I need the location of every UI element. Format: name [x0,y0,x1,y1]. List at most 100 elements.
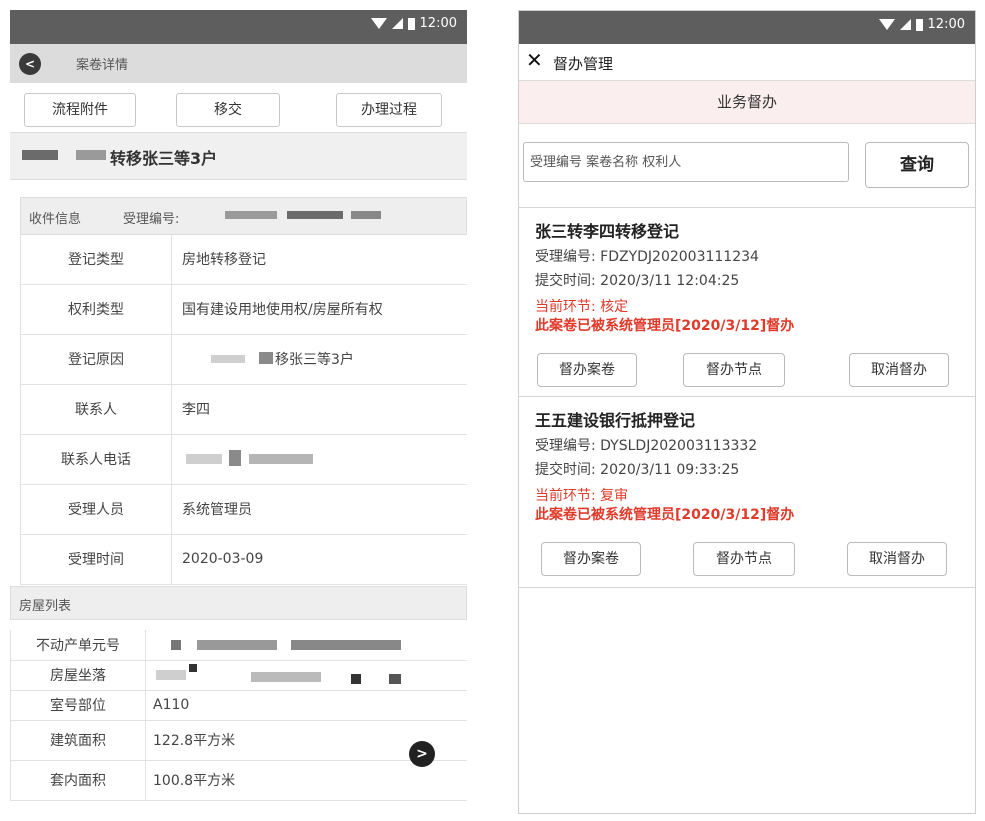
redacted-block [197,640,277,650]
redacted-block [76,150,106,160]
field-value: 移张三等3户 [275,352,354,368]
close-icon[interactable]: ✕ [526,48,543,72]
receipt-no-label: 受理编号: [123,212,180,227]
case-card-stage: 当前环节: 核定 [535,299,629,315]
house-row: 不动产单元号 [10,630,467,661]
field-label: 联系人电话 [21,434,172,484]
case-card-receipt-no: 受理编号: DYSLDJ202003113332 [535,438,758,454]
case-detail-screen: 12:00 < 案卷详情 流程附件 移交 办理过程 转移张三等3户 收件信息 受… [10,10,467,818]
field-label: 联系人 [21,384,172,434]
case-card-receipt-no: 受理编号: FDZYDJ202003111234 [535,249,759,265]
header: ✕ 督办管理 [519,44,975,81]
field-value: 国有建设用地使用权/房屋所有权 [182,302,383,318]
status-time: 12:00 [927,17,965,32]
supervise-case-button[interactable]: 督办案卷 [537,353,637,387]
receipt-section-label: 收件信息 [29,212,82,227]
field-label: 登记原因 [21,334,172,384]
house-field-label: 房屋坐落 [11,660,146,690]
redacted-block [186,454,222,464]
redacted-block [287,211,343,219]
house-field-value: 100.8平方米 [153,773,236,789]
section-subtitle: 业务督办 [519,81,975,124]
battery-icon [915,18,923,31]
supervise-case-button[interactable]: 督办案卷 [541,542,641,576]
tab-transfer[interactable]: 移交 [176,93,280,127]
field-row: 联系人电话 [20,434,467,485]
case-card: 王五建设银行抵押登记 受理编号: DYSLDJ202003113332 提交时间… [519,396,975,588]
field-row: 登记原因 移张三等3户 [20,334,467,385]
house-field-value: A110 [153,697,190,713]
battery-icon [407,17,415,30]
field-row: 受理时间 2020-03-09 [20,534,467,585]
wifi-icon [370,18,387,29]
redacted-block [189,664,197,672]
search-input[interactable]: 受理编号 案卷名称 权利人 [523,142,849,182]
nav-bar: < 案卷详情 [10,44,467,83]
supervision-screen: 12:00 ✕ 督办管理 业务督办 受理编号 案卷名称 权利人 查询 张三转李四… [518,10,976,814]
field-value: 李四 [182,402,210,418]
redacted-block [351,674,361,684]
field-label: 登记类型 [21,234,172,284]
tab-process[interactable]: 办理过程 [336,93,442,127]
house-section-label: 房屋列表 [19,599,72,614]
house-field-label: 套内面积 [11,760,146,800]
house-list-header: 房屋列表 [10,586,467,620]
case-title: 转移张三等3户 [110,149,218,168]
supervise-node-button[interactable]: 督办节点 [683,353,785,387]
house-row: 建筑面积 122.8平方米 [10,720,467,761]
case-card: 张三转李四转移登记 受理编号: FDZYDJ202003111234 提交时间:… [519,207,975,397]
tab-attachments[interactable]: 流程附件 [24,93,136,127]
redacted-block [291,640,401,650]
house-row: 套内面积 100.8平方米 [10,760,467,801]
case-card-submit-time: 提交时间: 2020/3/11 09:33:25 [535,462,740,478]
case-card-stage: 当前环节: 复审 [535,488,629,504]
case-card-notice: 此案卷已被系统管理员[2020/3/12]督办 [535,318,795,334]
redacted-block [351,211,381,219]
next-arrow-icon[interactable]: > [409,741,435,767]
house-field-value: 122.8平方米 [153,733,236,749]
redacted-block [229,450,241,466]
cancel-supervision-button[interactable]: 取消督办 [847,542,947,576]
query-button[interactable]: 查询 [865,142,969,188]
back-icon[interactable]: < [19,53,41,75]
case-card-submit-time: 提交时间: 2020/3/11 12:04:25 [535,273,740,289]
field-label: 受理时间 [21,534,172,584]
field-row: 受理人员 系统管理员 [20,484,467,535]
case-card-title: 王五建设银行抵押登记 [535,411,696,430]
house-field-label: 不动产单元号 [11,630,146,660]
status-bar: 12:00 [519,11,975,44]
supervise-node-button[interactable]: 督办节点 [693,542,795,576]
status-bar: 12:00 [10,10,467,44]
redacted-block [211,355,245,363]
redacted-block [389,674,401,684]
field-value: 房地转移登记 [182,252,266,268]
field-row: 权利类型 国有建设用地使用权/房屋所有权 [20,284,467,335]
cancel-supervision-button[interactable]: 取消督办 [849,353,949,387]
field-value: 2020-03-09 [182,551,264,567]
house-field-label: 建筑面积 [11,720,146,760]
page-title: 案卷详情 [76,58,129,73]
house-field-label: 室号部位 [11,690,146,720]
field-label: 权利类型 [21,284,172,334]
status-time: 12:00 [419,16,457,31]
field-row: 登记类型 房地转移登记 [20,234,467,285]
wifi-icon [878,19,895,30]
page-title: 督办管理 [553,55,614,73]
redacted-block [156,670,186,680]
signal-icon [391,18,403,29]
redacted-block [225,211,277,219]
action-tabs: 流程附件 移交 办理过程 [10,83,467,133]
receipt-info-header: 收件信息 受理编号: [20,197,467,235]
field-row: 联系人 李四 [20,384,467,435]
redacted-block [171,640,181,650]
house-row: 室号部位 A110 [10,690,467,721]
signal-icon [899,19,911,30]
case-card-title: 张三转李四转移登记 [535,222,680,241]
redacted-block [22,150,58,160]
case-title-bar: 转移张三等3户 [10,132,467,180]
redacted-block [249,454,313,464]
redacted-block [251,672,321,682]
field-label: 受理人员 [21,484,172,534]
redacted-block [259,352,273,364]
case-card-notice: 此案卷已被系统管理员[2020/3/12]督办 [535,507,795,523]
